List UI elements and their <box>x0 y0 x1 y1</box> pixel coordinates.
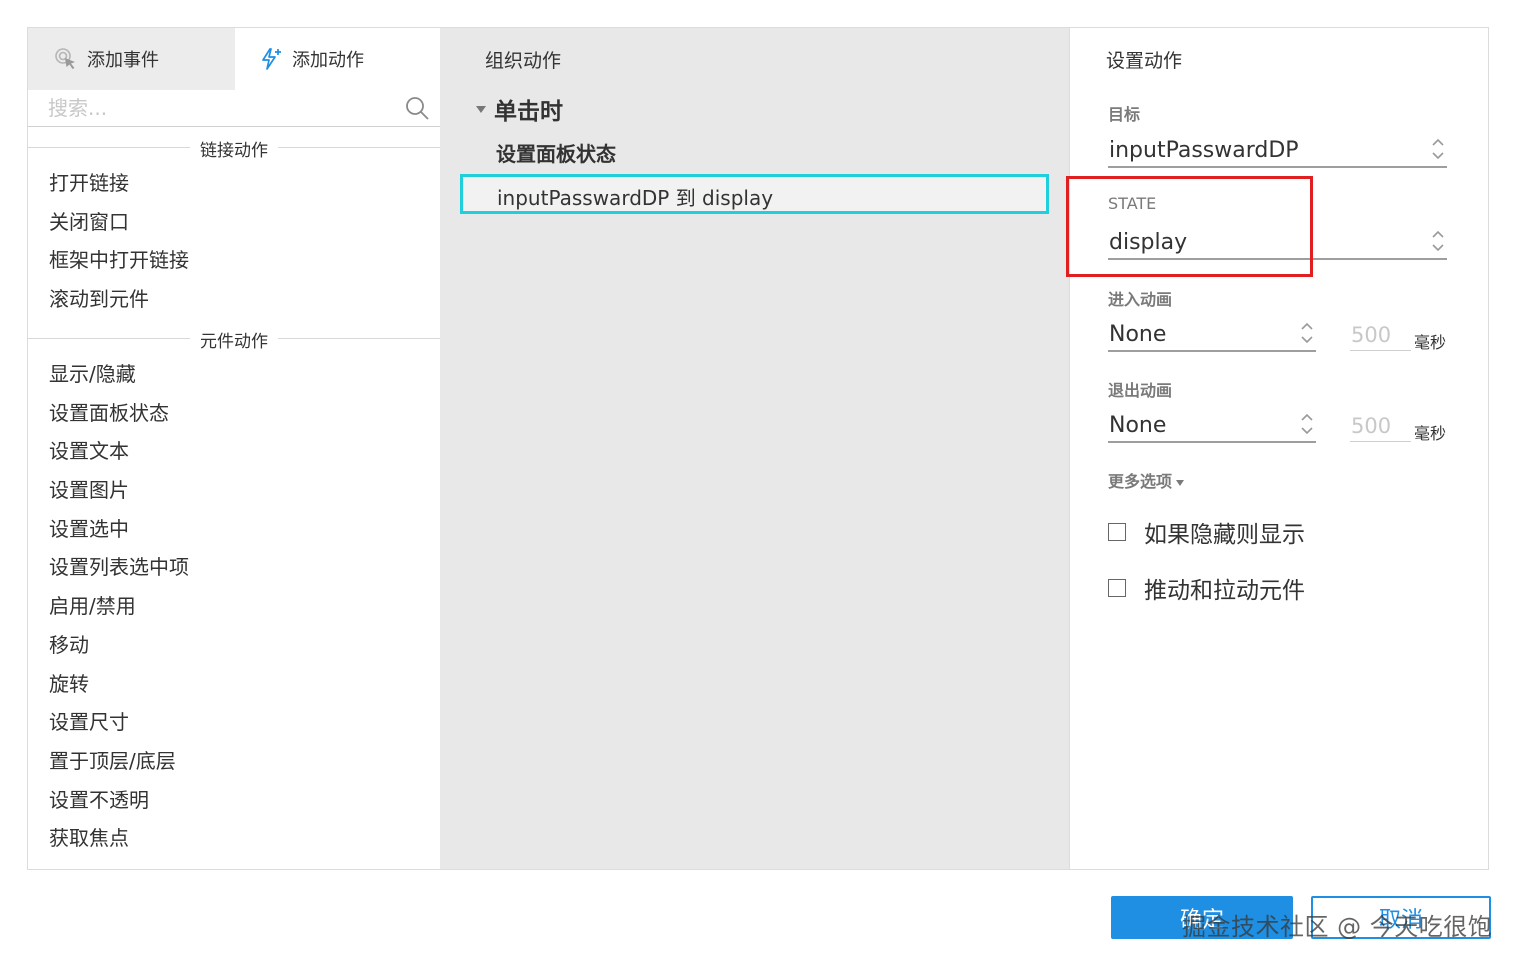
set-action-dialog: 添加事件 添加动作 搜索... 链接动作 打开链接 关闭窗口 框架中打开链接 滚… <box>27 27 1489 870</box>
enter-duration-value: 500 <box>1351 323 1392 347</box>
cursor-click-icon <box>54 47 78 71</box>
list-item-focus[interactable]: 获取焦点 <box>49 819 189 858</box>
target-label: 目标 <box>1108 105 1141 124</box>
collapse-triangle-icon[interactable] <box>476 105 486 113</box>
cancel-button[interactable]: 取消 <box>1311 896 1491 939</box>
selected-action-item[interactable]: inputPasswardDP 到 display <box>460 174 1049 214</box>
exit-animation-label: 退出动画 <box>1108 381 1173 400</box>
checkbox-push-pull[interactable]: 推动和拉动元件 <box>1108 571 1305 605</box>
lightning-plus-icon <box>259 47 283 71</box>
list-item-set-text[interactable]: 设置文本 <box>49 432 189 471</box>
list-item-scroll-to-widget[interactable]: 滚动到元件 <box>49 280 189 319</box>
tab-add-event-label: 添加事件 <box>87 50 159 71</box>
list-item-open-in-frame[interactable]: 框架中打开链接 <box>49 241 189 280</box>
section-title: 元件动作 <box>190 327 278 352</box>
enter-animation-label: 进入动画 <box>1108 290 1173 309</box>
more-options-toggle[interactable]: 更多选项 <box>1108 468 1185 492</box>
state-value: display <box>1109 230 1188 255</box>
tab-add-action[interactable]: 添加动作 <box>235 28 440 90</box>
search-input[interactable] <box>48 94 388 122</box>
up-down-chevron-icon <box>1431 136 1445 162</box>
tab-add-event[interactable]: 添加事件 <box>28 28 235 90</box>
list-item-close-window[interactable]: 关闭窗口 <box>49 203 189 242</box>
state-label: STATE <box>1108 194 1157 213</box>
checkbox-show-if-hidden[interactable]: 如果隐藏则显示 <box>1108 515 1305 549</box>
up-down-chevron-icon <box>1300 320 1314 346</box>
target-select[interactable]: inputPasswardDP <box>1108 128 1447 168</box>
exit-duration-input[interactable]: 500 <box>1350 405 1411 442</box>
list-item-bring-front-back[interactable]: 置于顶层/底层 <box>49 742 189 781</box>
list-item-set-image[interactable]: 设置图片 <box>49 471 189 510</box>
list-item-set-panel-state[interactable]: 设置面板状态 <box>49 394 189 433</box>
list-item-set-list-selection[interactable]: 设置列表选中项 <box>49 548 189 587</box>
panel-title: 设置动作 <box>1106 50 1183 72</box>
list-item-show-hide[interactable]: 显示/隐藏 <box>49 355 189 394</box>
enter-duration-unit: 毫秒 <box>1414 333 1447 352</box>
checkbox-box[interactable] <box>1108 523 1126 541</box>
exit-duration-value: 500 <box>1351 414 1392 438</box>
section-widget-actions: 元件动作 <box>28 327 440 352</box>
tab-add-action-label: 添加动作 <box>292 50 364 71</box>
checkbox-label: 如果隐藏则显示 <box>1144 522 1305 548</box>
list-item-move[interactable]: 移动 <box>49 626 189 665</box>
enter-duration-input[interactable]: 500 <box>1350 314 1411 351</box>
configure-action-panel: 设置动作 目标 inputPasswardDP STATE display 进入… <box>1070 28 1488 869</box>
section-title: 链接动作 <box>190 136 278 161</box>
link-action-list: 打开链接 关闭窗口 框架中打开链接 滚动到元件 <box>49 164 189 319</box>
dropdown-arrow-icon <box>1176 479 1185 486</box>
exit-animation-value: None <box>1109 413 1167 438</box>
search-bar <box>28 90 440 127</box>
up-down-chevron-icon <box>1300 411 1314 437</box>
list-item-set-opacity[interactable]: 设置不透明 <box>49 781 189 820</box>
action-library-panel: 添加事件 添加动作 搜索... 链接动作 打开链接 关闭窗口 框架中打开链接 滚… <box>28 28 441 869</box>
selected-action-label: inputPasswardDP 到 display <box>497 186 774 210</box>
state-select[interactable]: display <box>1108 220 1447 260</box>
exit-animation-select[interactable]: None <box>1108 403 1316 443</box>
checkbox-label: 推动和拉动元件 <box>1144 578 1305 604</box>
organize-actions-panel: 组织动作 单击时 设置面板状态 inputPasswardDP 到 displa… <box>440 28 1070 869</box>
target-value: inputPasswardDP <box>1109 138 1299 163</box>
checkbox-box[interactable] <box>1108 579 1126 597</box>
section-link-actions: 链接动作 <box>28 136 440 161</box>
list-item-enable-disable[interactable]: 启用/禁用 <box>49 587 189 626</box>
event-node[interactable]: 单击时 <box>476 92 563 126</box>
search-icon[interactable] <box>404 95 430 121</box>
exit-duration-unit: 毫秒 <box>1414 424 1447 443</box>
enter-animation-select[interactable]: None <box>1108 312 1316 352</box>
ok-button[interactable]: 确定 <box>1111 896 1293 939</box>
enter-animation-value: None <box>1109 322 1167 347</box>
action-node[interactable]: 设置面板状态 <box>496 138 616 167</box>
more-options-label: 更多选项 <box>1108 472 1173 491</box>
event-label: 单击时 <box>494 99 563 125</box>
up-down-chevron-icon <box>1431 228 1445 254</box>
list-item-set-selected[interactable]: 设置选中 <box>49 510 189 549</box>
widget-action-list: 显示/隐藏 设置面板状态 设置文本 设置图片 设置选中 设置列表选中项 启用/禁… <box>49 355 189 858</box>
list-item-rotate[interactable]: 旋转 <box>49 665 189 704</box>
tab-bar: 添加事件 添加动作 <box>28 28 440 90</box>
panel-title: 组织动作 <box>485 50 562 72</box>
list-item-open-link[interactable]: 打开链接 <box>49 164 189 203</box>
list-item-set-size[interactable]: 设置尺寸 <box>49 703 189 742</box>
